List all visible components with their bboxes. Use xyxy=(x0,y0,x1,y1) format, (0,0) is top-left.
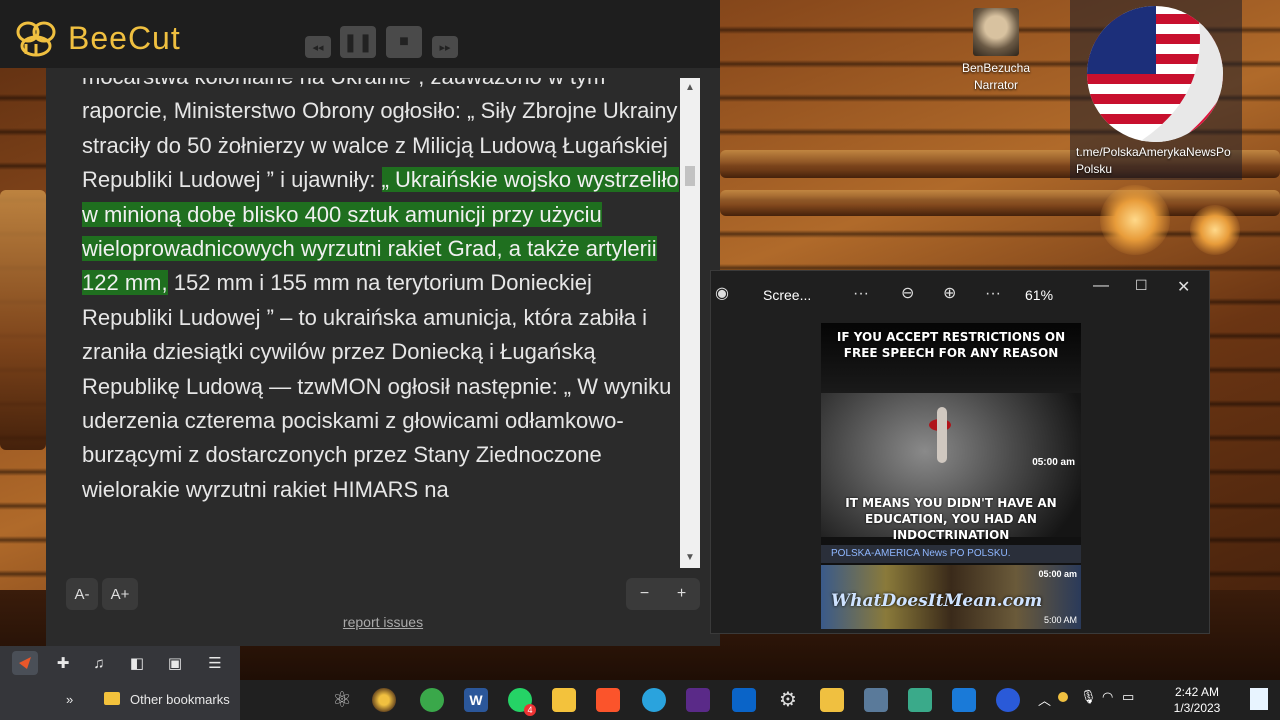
atom-icon[interactable]: ⚛ xyxy=(330,688,354,712)
whatsapp-icon[interactable]: 4 xyxy=(508,688,536,716)
reader-text-after: 152 mm i 155 mm na terytorium Donieckiej… xyxy=(82,270,672,502)
channel-banner: 05:00 am WhatDoesItMean.com 5:00 AM xyxy=(821,565,1081,629)
pause-button[interactable]: ❚❚ xyxy=(340,26,376,58)
brave-browser-icon[interactable] xyxy=(596,688,620,712)
extensions-puzzle-icon[interactable]: ✚ xyxy=(50,651,76,675)
wall-log xyxy=(0,190,46,450)
photos-icon[interactable] xyxy=(952,688,976,712)
tray-chevron-up-icon[interactable]: ︿ xyxy=(1038,690,1051,709)
file-explorer-icon[interactable] xyxy=(552,688,576,712)
beecut-toolbar: BeeCut ◂◂ ❚❚ ■ ▸▸ xyxy=(0,0,720,68)
ceiling-lamp xyxy=(1190,205,1240,255)
folder-icon xyxy=(104,692,120,705)
app-circle-icon[interactable] xyxy=(996,688,1020,712)
bookmarks-bar: » Other bookmarks xyxy=(0,680,240,720)
taskbar: ⚛ W 4 ⚙ ︿ 🎙 ◠ ▭ 2:42 AM 1/3/2023 xyxy=(240,680,1280,720)
reader-text-area[interactable]: mocarstwa kolonialne na Ukrainie”, zauwa… xyxy=(66,78,680,568)
zoom-level: 61% xyxy=(1025,287,1054,303)
channel-label: POLSKA-AMERICA News PO POLSKU. xyxy=(821,545,1081,563)
close-icon[interactable]: ✕ xyxy=(1177,277,1190,297)
reader-scrollbar[interactable]: ▲ ▼ xyxy=(680,78,700,568)
speed-increase-button[interactable]: + xyxy=(663,585,700,603)
scroll-thumb[interactable] xyxy=(685,166,695,186)
meme-timestamp: 05:00 am xyxy=(1032,457,1075,468)
viewer-app-icon: ◉ xyxy=(715,285,729,302)
camera-app-icon[interactable] xyxy=(420,688,444,712)
narrator-name: BenBezucha xyxy=(961,61,1031,75)
forward-button[interactable]: ▸▸ xyxy=(432,36,458,58)
video-editor-icon[interactable] xyxy=(732,688,756,712)
sidebar-icon[interactable]: ◧ xyxy=(124,651,150,675)
meme-image: IF YOU ACCEPT RESTRICTIONS ON FREE SPEEC… xyxy=(821,323,1081,629)
reader-text: mocarstwa kolonialne na Ukrainie”, zauwa… xyxy=(82,78,680,507)
meme-top-caption: IF YOU ACCEPT RESTRICTIONS ON FREE SPEEC… xyxy=(836,330,1066,360)
image-viewer-window: ◉ Scree... ··· ⊖ ⊕ ··· 61% — ☐ ✕ IF YOU … xyxy=(710,270,1210,634)
beecut-taskbar-icon[interactable] xyxy=(820,688,844,712)
notepad-icon[interactable] xyxy=(864,688,888,712)
viewer-options-icon[interactable]: ··· xyxy=(985,285,1001,303)
clock-time: 2:42 AM xyxy=(1174,685,1220,699)
media-playlist-icon[interactable]: ♫ xyxy=(86,651,112,675)
stop-button[interactable]: ■ xyxy=(386,26,422,58)
other-bookmarks-link[interactable]: Other bookmarks xyxy=(130,692,230,707)
whatsapp-badge: 4 xyxy=(524,704,536,716)
banner-timestamp: 05:00 am xyxy=(1038,569,1077,579)
maximize-icon[interactable]: ☐ xyxy=(1135,277,1148,294)
telegram-link-label: t.me/PolskaAmerykaNewsPo Polsku xyxy=(1076,145,1231,176)
settings-gear-icon[interactable]: ⚙ xyxy=(776,688,800,712)
rewind-button[interactable]: ◂◂ xyxy=(305,36,331,58)
font-increase-button[interactable]: A+ xyxy=(102,578,138,610)
wifi-icon[interactable]: ◠ xyxy=(1102,689,1113,705)
meme-finger xyxy=(937,407,947,463)
menu-icon[interactable]: ☰ xyxy=(202,651,228,675)
desktop-icon-telegram-link[interactable]: t.me/PolskaAmerykaNewsPo Polsku xyxy=(1070,0,1242,180)
banner-brand: WhatDoesItMean.com xyxy=(831,591,1043,611)
wallet-icon[interactable]: ▣ xyxy=(162,651,188,675)
zoom-in-icon[interactable]: ⊕ xyxy=(943,283,956,303)
desktop-icon-narrator[interactable]: BenBezucha Narrator xyxy=(950,8,1042,94)
beecut-extension-icon[interactable] xyxy=(12,651,38,675)
scroll-up-arrow-icon[interactable]: ▲ xyxy=(680,78,700,98)
bee-logo-icon xyxy=(16,21,56,57)
notification-icon[interactable] xyxy=(1250,688,1268,710)
scroll-down-arrow-icon[interactable]: ▼ xyxy=(680,548,700,568)
media-app-icon[interactable] xyxy=(686,688,710,712)
viewer-title: Scree... xyxy=(763,287,812,303)
banner-timestamp-bottom: 5:00 AM xyxy=(1043,615,1077,625)
character-app-icon[interactable] xyxy=(372,688,396,712)
us-poland-flag-icon xyxy=(1087,6,1223,142)
display-icon[interactable]: ▭ xyxy=(1122,689,1134,705)
zoom-out-icon[interactable]: ⊖ xyxy=(901,283,914,303)
clock[interactable]: 2:42 AM 1/3/2023 xyxy=(1160,684,1234,716)
speed-control: − + xyxy=(626,578,700,610)
font-decrease-button[interactable]: A- xyxy=(66,578,98,610)
reader-panel: mocarstwa kolonialne na Ukrainie”, zauwa… xyxy=(46,68,720,646)
narrator-role: Narrator xyxy=(973,78,1018,92)
narrator-avatar xyxy=(973,8,1019,56)
speed-decrease-button[interactable]: − xyxy=(626,585,663,603)
telegram-icon[interactable] xyxy=(642,688,666,712)
tray-app-icon[interactable] xyxy=(1058,692,1068,702)
meme-bottom-caption: IT MEANS YOU DIDN'T HAVE AN EDUCATION, Y… xyxy=(845,496,1057,542)
browser-extension-toolbar: ✚ ♫ ◧ ▣ ☰ xyxy=(0,646,240,680)
ceiling-lamp xyxy=(1100,185,1170,255)
report-issues-link[interactable]: report issues xyxy=(46,614,720,630)
app-title: BeeCut xyxy=(68,20,181,56)
microphone-icon[interactable]: 🎙 xyxy=(1080,689,1097,705)
minimize-icon[interactable]: — xyxy=(1093,277,1109,295)
word-icon[interactable]: W xyxy=(464,688,488,712)
bookmarks-overflow-chevron-icon[interactable]: » xyxy=(66,692,73,707)
meme-photo: IF YOU ACCEPT RESTRICTIONS ON FREE SPEEC… xyxy=(821,323,1081,542)
app-icon[interactable] xyxy=(908,688,932,712)
viewer-more-icon[interactable]: ··· xyxy=(853,285,869,303)
clock-date: 1/3/2023 xyxy=(1173,701,1221,715)
